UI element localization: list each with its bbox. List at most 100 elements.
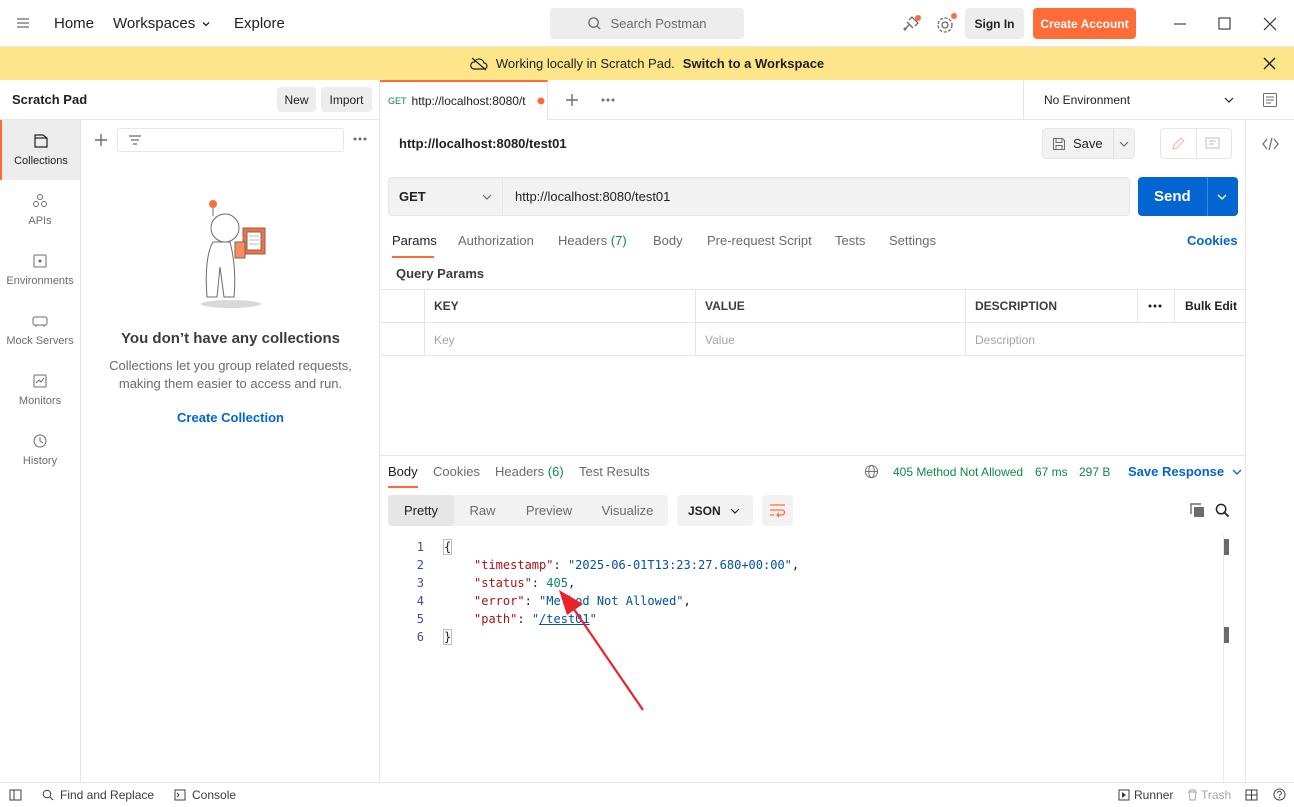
- menu-icon[interactable]: [16, 16, 30, 30]
- window-close-icon[interactable]: [1263, 17, 1277, 31]
- sidebar-item-environments[interactable]: Environments: [0, 240, 80, 300]
- description-input[interactable]: Description: [966, 323, 1245, 356]
- wrap-lines-button[interactable]: [762, 495, 793, 526]
- json-string: "2025-06-01T13:23:27.680+00:00": [567, 558, 792, 572]
- cookies-link[interactable]: Cookies: [1187, 233, 1238, 248]
- response-time[interactable]: 67 ms: [1035, 465, 1068, 479]
- response-body-editor[interactable]: [380, 535, 1245, 782]
- response-tab-body[interactable]: Body: [388, 464, 418, 479]
- response-size[interactable]: 297 B: [1079, 465, 1110, 479]
- console-label: Console: [192, 788, 237, 802]
- home-link[interactable]: Home: [54, 0, 94, 47]
- sidebar: Collections APIs Environments Mock Serve…: [0, 120, 81, 782]
- table-checkbox-header: [380, 290, 425, 322]
- url-bar: GET http://localhost:8080/test01: [388, 177, 1130, 216]
- tab-params[interactable]: Params: [392, 233, 437, 248]
- filter-icon: [128, 134, 142, 146]
- trash-button[interactable]: Trash: [1187, 788, 1231, 802]
- chevron-down-icon: [1217, 192, 1227, 202]
- sign-in-button[interactable]: Sign In: [965, 8, 1024, 39]
- create-account-button[interactable]: Create Account: [1033, 8, 1136, 39]
- empty-state-desc-1: Collections let you group related reques…: [109, 358, 352, 373]
- search-icon: [587, 16, 602, 31]
- toggle-sidebar-icon[interactable]: [9, 789, 22, 801]
- status-bar: Find and Replace Console Runner Trash: [0, 782, 1294, 807]
- environment-quick-look-icon[interactable]: [1262, 92, 1278, 108]
- environment-selector[interactable]: No Environment: [1023, 80, 1245, 120]
- copy-icon[interactable]: [1190, 503, 1205, 518]
- workspaces-menu[interactable]: Workspaces: [113, 0, 211, 47]
- window-maximize-icon[interactable]: [1218, 17, 1231, 30]
- save-response-button[interactable]: Save Response: [1128, 464, 1242, 479]
- status-badge[interactable]: 405 Method Not Allowed: [893, 465, 1023, 479]
- view-tab-visualize[interactable]: Visualize: [587, 495, 668, 526]
- sidebar-item-history[interactable]: History: [0, 420, 80, 480]
- method-select[interactable]: GET: [389, 178, 503, 215]
- scratch-pad-banner: Working locally in Scratch Pad. Switch t…: [0, 47, 1294, 80]
- send-button[interactable]: Send: [1138, 177, 1238, 216]
- format-label: JSON: [688, 503, 721, 518]
- comments-icon[interactable]: [1205, 137, 1220, 151]
- tab-headers[interactable]: Headers (7): [558, 233, 627, 248]
- window-minimize-icon[interactable]: [1173, 17, 1187, 31]
- sidebar-item-label: Environments: [6, 275, 74, 287]
- request-tab[interactable]: GET http://localhost:8080/t: [380, 80, 548, 120]
- sidebar-item-apis[interactable]: APIs: [0, 180, 80, 240]
- value-input[interactable]: Value: [696, 323, 966, 356]
- tab-overflow-icon[interactable]: [600, 97, 616, 103]
- two-pane-view-icon[interactable]: [1245, 789, 1258, 801]
- add-collection-icon[interactable]: [94, 133, 108, 147]
- environments-icon: [32, 253, 48, 269]
- import-button[interactable]: Import: [321, 87, 372, 112]
- search-bar[interactable]: Search Postman: [550, 8, 744, 39]
- method-label: GET: [399, 189, 426, 204]
- globe-icon[interactable]: [864, 464, 879, 479]
- sidebar-item-collections[interactable]: Collections: [0, 120, 80, 180]
- bulk-edit-link[interactable]: Bulk Edit: [1185, 299, 1237, 313]
- empty-collections-illustration: [191, 198, 291, 310]
- save-button[interactable]: Save: [1042, 128, 1135, 159]
- response-tab-test-results[interactable]: Test Results: [579, 464, 650, 479]
- tab-body[interactable]: Body: [653, 233, 683, 248]
- tab-headers-count: (7): [610, 233, 627, 248]
- tab-tests[interactable]: Tests: [835, 233, 865, 248]
- help-icon[interactable]: [1273, 788, 1286, 801]
- key-input[interactable]: Key: [425, 323, 696, 356]
- tab-method-badge: GET: [388, 96, 407, 106]
- switch-workspace-link[interactable]: Switch to a Workspace: [683, 56, 824, 71]
- response-tab-headers[interactable]: Headers (6): [495, 464, 564, 479]
- code-line-timestamp: "timestamp": "2025-06-01T13:23:27.680+00…: [474, 558, 800, 572]
- key-header: KEY: [425, 290, 696, 322]
- tab-authorization[interactable]: Authorization: [458, 233, 534, 248]
- view-tab-pretty[interactable]: Pretty: [388, 495, 454, 526]
- sidebar-item-mock-servers[interactable]: Mock Servers: [0, 300, 80, 360]
- sidebar-item-monitors[interactable]: Monitors: [0, 360, 80, 420]
- row-checkbox-cell: [380, 323, 425, 356]
- runner-button[interactable]: Runner: [1118, 788, 1173, 802]
- new-tab-icon[interactable]: [565, 93, 579, 107]
- tab-settings[interactable]: Settings: [889, 233, 936, 248]
- satellite-icon[interactable]: [901, 14, 921, 34]
- find-replace-button[interactable]: Find and Replace: [42, 788, 154, 802]
- console-button[interactable]: Console: [174, 788, 236, 802]
- view-tab-raw[interactable]: Raw: [454, 495, 511, 526]
- format-select[interactable]: JSON: [677, 495, 753, 526]
- url-input[interactable]: http://localhost:8080/test01: [515, 189, 670, 204]
- response-tab-cookies[interactable]: Cookies: [433, 464, 480, 479]
- new-button[interactable]: New: [277, 87, 316, 112]
- runner-label: Runner: [1134, 788, 1174, 802]
- code-snippet-icon[interactable]: [1262, 137, 1279, 151]
- table-options-icon[interactable]: [1138, 290, 1175, 322]
- json-number: 405: [546, 576, 568, 590]
- filter-input[interactable]: [117, 128, 344, 152]
- explore-link[interactable]: Explore: [234, 0, 285, 47]
- search-response-icon[interactable]: [1215, 503, 1230, 518]
- banner-close-icon[interactable]: [1263, 57, 1276, 70]
- settings-gear-icon[interactable]: [935, 13, 957, 35]
- tab-pre-request-script[interactable]: Pre-request Script: [707, 233, 812, 248]
- more-options-icon[interactable]: [352, 136, 368, 142]
- chevron-down-icon: [730, 506, 740, 516]
- edit-pencil-icon[interactable]: [1171, 137, 1185, 151]
- create-collection-link[interactable]: Create Collection: [81, 410, 380, 425]
- view-tab-preview[interactable]: Preview: [511, 495, 587, 526]
